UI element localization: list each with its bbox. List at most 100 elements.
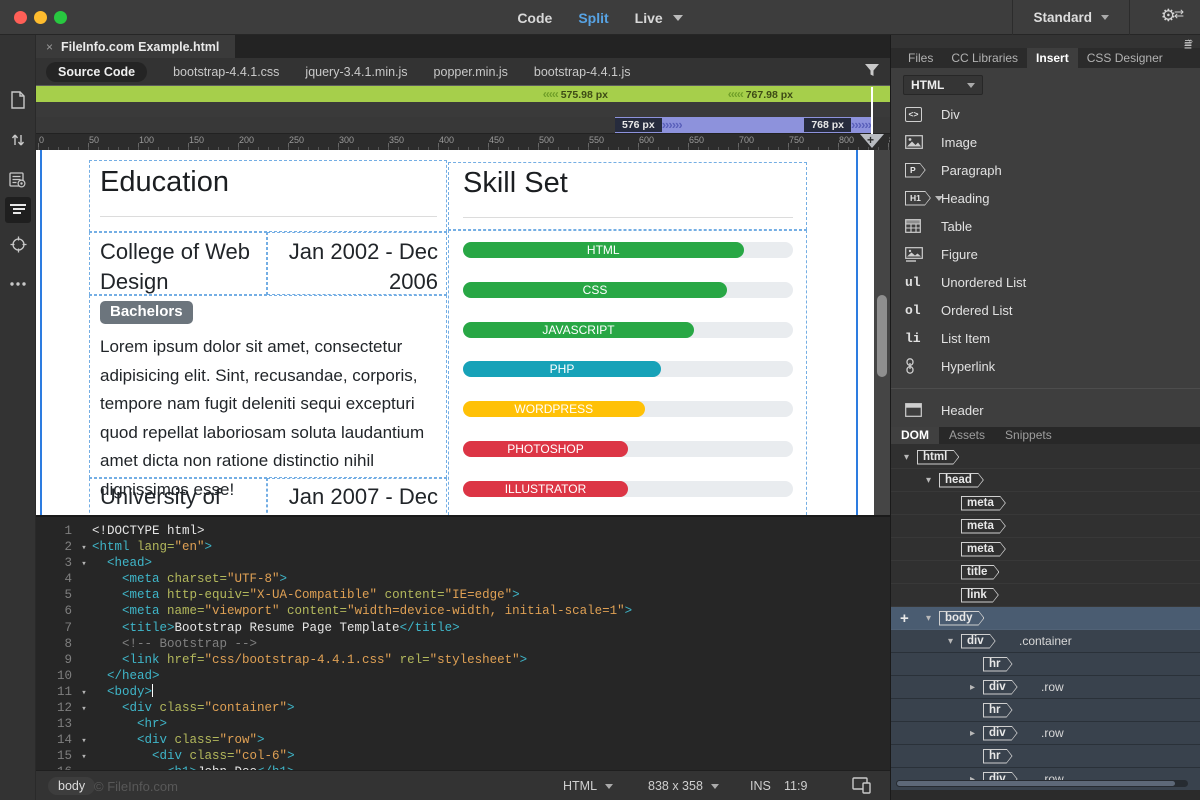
workspace-dropdown[interactable]: Standard bbox=[1012, 0, 1130, 35]
panel-tab-insert[interactable]: Insert bbox=[1027, 48, 1078, 68]
code-line-9[interactable]: 9 <link href="css/bootstrap-4.4.1.css" r… bbox=[36, 652, 890, 668]
view-mode-split[interactable]: Split bbox=[578, 10, 608, 26]
code-line-2[interactable]: 2 ▾ <html lang="en"> bbox=[36, 539, 890, 555]
insert-category-dropdown[interactable]: HTML bbox=[903, 75, 983, 95]
ruler-number: 100 bbox=[139, 135, 155, 145]
insert-item-hyperlink[interactable]: Hyperlink bbox=[891, 352, 1200, 380]
live-dropdown-caret-icon[interactable] bbox=[672, 14, 683, 21]
collapse-icon[interactable]: ▾ bbox=[904, 452, 909, 463]
code-fold-icon[interactable]: ▾ bbox=[76, 685, 92, 701]
insert-item-list-item[interactable]: li List Item bbox=[891, 324, 1200, 352]
code-fold-icon[interactable]: ▾ bbox=[76, 733, 92, 749]
panel-tab-css-designer[interactable]: CSS Designer bbox=[1078, 48, 1172, 68]
expand-icon[interactable]: ▸ bbox=[970, 682, 975, 693]
insert-item-ordered-list[interactable]: ol Ordered List bbox=[891, 296, 1200, 324]
collapse-icon[interactable]: ▾ bbox=[926, 613, 931, 624]
preferences-gear-icon[interactable]: ⚙⇄ bbox=[1161, 6, 1184, 26]
dom-node-div.row[interactable]: ▸ div .row bbox=[891, 676, 1200, 699]
dom-node-hr[interactable]: hr bbox=[891, 699, 1200, 722]
mq-green-label: ‹‹‹‹‹ 767.98 px bbox=[727, 87, 793, 101]
code-fold-icon[interactable]: ▾ bbox=[76, 701, 92, 717]
new-document-icon[interactable] bbox=[5, 87, 31, 113]
expand-icon[interactable]: ▸ bbox=[970, 728, 975, 739]
collapse-icon[interactable]: ▾ bbox=[948, 636, 953, 647]
code-fold-icon[interactable]: ▾ bbox=[76, 540, 92, 556]
inspect-icon[interactable] bbox=[5, 231, 31, 257]
related-file-jquery-3.4.1.min.js[interactable]: jquery-3.4.1.min.js bbox=[305, 65, 407, 79]
scrollbar-thumb[interactable] bbox=[897, 781, 1175, 786]
dom-node-head[interactable]: ▾ head bbox=[891, 469, 1200, 492]
tag-selector-body[interactable]: body bbox=[48, 777, 96, 795]
code-line-15[interactable]: 15 ▾ <div class="col-6"> bbox=[36, 748, 890, 764]
view-mode-code[interactable]: Code bbox=[517, 10, 552, 26]
dom-node-meta[interactable]: meta bbox=[891, 492, 1200, 515]
document-tab[interactable]: × FileInfo.com Example.html bbox=[36, 35, 236, 58]
insert-item-header[interactable]: Header bbox=[891, 396, 1200, 424]
live-code-icon[interactable] bbox=[5, 167, 31, 193]
dom-node-meta[interactable]: meta bbox=[891, 515, 1200, 538]
code-line-14[interactable]: 14 ▾ <div class="row"> bbox=[36, 732, 890, 748]
dom-horizontal-scrollbar[interactable] bbox=[896, 780, 1188, 787]
dom-node-hr[interactable]: hr bbox=[891, 653, 1200, 676]
panel-overflow[interactable]: » bbox=[891, 35, 1200, 48]
outline-icon[interactable] bbox=[5, 197, 31, 223]
device-preview-icon[interactable] bbox=[852, 776, 872, 797]
file-sync-icon[interactable] bbox=[5, 127, 31, 153]
filter-funnel-icon[interactable] bbox=[864, 63, 880, 82]
dom-node-html[interactable]: ▾ html bbox=[891, 446, 1200, 469]
insert-item-heading[interactable]: H1 Heading bbox=[891, 184, 1200, 212]
panel-tab-files[interactable]: Files bbox=[899, 48, 942, 68]
code-fold-icon[interactable]: ▾ bbox=[76, 556, 92, 572]
dom-tab-snippets[interactable]: Snippets bbox=[995, 427, 1062, 444]
media-query-bar-green[interactable]: ‹‹‹‹‹ 575.98 px ‹‹‹‹‹ 767.98 px bbox=[36, 85, 890, 102]
viewport-left-edge bbox=[40, 150, 42, 515]
code-line-3[interactable]: 3 ▾ <head> bbox=[36, 555, 890, 571]
dom-node-hr[interactable]: hr bbox=[891, 745, 1200, 768]
skill-bar-php: PHP bbox=[463, 361, 793, 378]
window-size-dropdown[interactable]: 838 x 358 bbox=[648, 779, 719, 793]
code-line-1[interactable]: 1 <!DOCTYPE html> bbox=[36, 523, 890, 539]
related-file-popper.min.js[interactable]: popper.min.js bbox=[434, 65, 508, 79]
insert-item-table[interactable]: Table bbox=[891, 212, 1200, 240]
collapse-icon[interactable]: ▾ bbox=[926, 475, 931, 486]
code-line-12[interactable]: 12 ▾ <div class="container"> bbox=[36, 700, 890, 716]
related-file-bootstrap-4.4.1.js[interactable]: bootstrap-4.4.1.js bbox=[534, 65, 631, 79]
code-line-6[interactable]: 6 <meta name="viewport" content="width=d… bbox=[36, 603, 890, 619]
dom-node-title[interactable]: title bbox=[891, 561, 1200, 584]
doctype-dropdown[interactable]: HTML bbox=[563, 779, 614, 793]
dom-tab-assets[interactable]: Assets bbox=[939, 427, 995, 444]
dom-tab-dom[interactable]: DOM bbox=[891, 427, 939, 444]
code-line-4[interactable]: 4 <meta charset="UTF-8"> bbox=[36, 571, 890, 587]
panel-tab-cc-libraries[interactable]: CC Libraries bbox=[942, 48, 1027, 68]
tab-close-icon[interactable]: × bbox=[46, 40, 53, 54]
scrollbar-thumb[interactable] bbox=[877, 295, 887, 377]
code-line-8[interactable]: 8 <!-- Bootstrap --> bbox=[36, 636, 890, 652]
insert-item-image[interactable]: Image bbox=[891, 128, 1200, 156]
code-line-7[interactable]: 7 <title>Bootstrap Resume Page Template<… bbox=[36, 620, 890, 636]
add-element-icon[interactable]: + bbox=[900, 610, 909, 627]
insert-item-unordered-list[interactable]: ul Unordered List bbox=[891, 268, 1200, 296]
code-line-5[interactable]: 5 <meta http-equiv="X-UA-Compatible" con… bbox=[36, 587, 890, 603]
insert-item-paragraph[interactable]: P Paragraph bbox=[891, 156, 1200, 184]
related-file-source-code[interactable]: Source Code bbox=[46, 61, 148, 82]
view-mode-live[interactable]: Live bbox=[635, 10, 663, 26]
dom-node-div.container[interactable]: ▾ div .container bbox=[891, 630, 1200, 653]
code-fold-icon[interactable]: ▾ bbox=[76, 749, 92, 765]
dom-node-div.row[interactable]: ▸ div .row bbox=[891, 722, 1200, 745]
dom-node-meta[interactable]: meta bbox=[891, 538, 1200, 561]
code-line-13[interactable]: 13 <hr> bbox=[36, 716, 890, 732]
dom-panel-menu-icon[interactable]: ≡ bbox=[1184, 35, 1192, 50]
code-line-10[interactable]: 10 </head> bbox=[36, 668, 890, 684]
insert-item-label: Div bbox=[941, 106, 960, 122]
code-line-11[interactable]: 11 ▾ <body> bbox=[36, 683, 890, 701]
dom-node-body[interactable]: + ▾ body bbox=[891, 607, 1200, 630]
viewport-right-edge[interactable] bbox=[856, 150, 858, 515]
more-options-icon[interactable] bbox=[5, 271, 31, 297]
related-file-bootstrap-4.4.1.css[interactable]: bootstrap-4.4.1.css bbox=[173, 65, 279, 79]
live-view-scrollbar[interactable] bbox=[874, 150, 890, 515]
dom-node-link[interactable]: link bbox=[891, 584, 1200, 607]
insert-item-div[interactable]: <> Div bbox=[891, 100, 1200, 128]
media-query-bar-purple[interactable]: 576 px ›››››› 768 px ›››››› bbox=[615, 117, 871, 133]
insert-item-figure[interactable]: Figure bbox=[891, 240, 1200, 268]
code-view[interactable]: 1 <!DOCTYPE html> 2 ▾ <html lang="en"> 3 ▾ <he… bbox=[36, 515, 890, 770]
